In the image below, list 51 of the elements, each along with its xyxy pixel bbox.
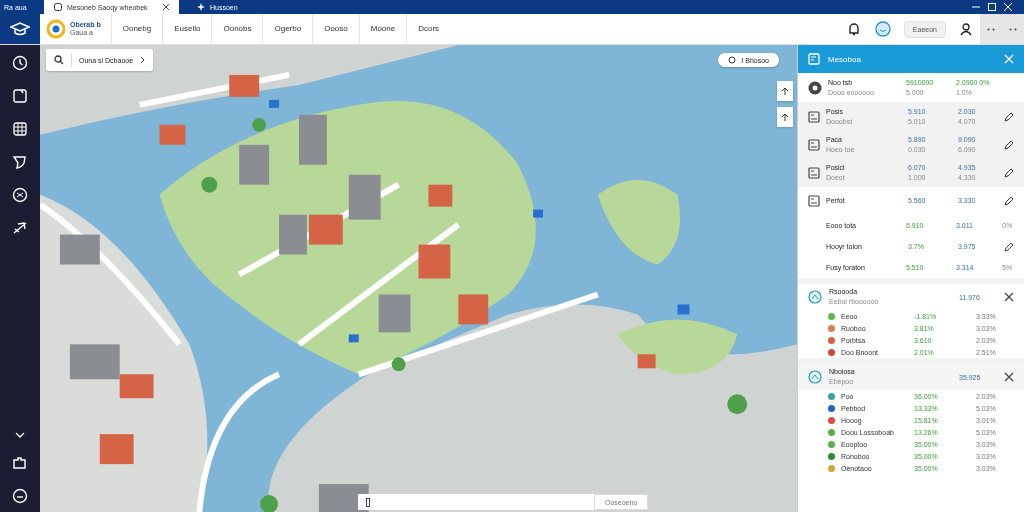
- panel-title: Mesoboa: [828, 54, 861, 64]
- nav-link[interactable]: Oonebg: [110, 14, 163, 44]
- clock-icon[interactable]: [12, 55, 28, 71]
- input-field[interactable]: [358, 494, 594, 510]
- nav-link[interactable]: Oonobs: [211, 14, 263, 44]
- user-icon[interactable]: [959, 22, 973, 36]
- nav-link[interactable]: Dcors: [406, 14, 451, 44]
- close-icon[interactable]: [163, 4, 169, 10]
- more-icon: [987, 27, 995, 31]
- power-icon[interactable]: [12, 488, 28, 504]
- chevron-icon[interactable]: [15, 432, 25, 438]
- note-icon[interactable]: [12, 88, 28, 104]
- edit-icon[interactable]: [1004, 168, 1014, 178]
- minimize-icon[interactable]: [972, 3, 980, 11]
- document-icon: [808, 53, 820, 65]
- map-control-button[interactable]: [777, 81, 793, 101]
- nav-link[interactable]: Oooso: [312, 14, 359, 44]
- hat-icon: [10, 21, 30, 37]
- nav-link[interactable]: Eusello: [162, 14, 212, 44]
- edit-icon[interactable]: [1004, 140, 1014, 150]
- nav-link[interactable]: Moone: [358, 14, 407, 44]
- map-control-button[interactable]: [777, 107, 793, 127]
- page-icon: [54, 3, 62, 11]
- chevron-icon: [140, 56, 146, 64]
- box-icon: [808, 167, 820, 179]
- star-icon: [197, 3, 205, 11]
- puzzle-icon[interactable]: [12, 455, 28, 471]
- nav-link[interactable]: Ogerbo: [262, 14, 313, 44]
- toggle-icon: [728, 56, 737, 64]
- bell-icon[interactable]: [846, 22, 861, 36]
- cursor-icon: [366, 497, 370, 507]
- compass-icon[interactable]: [12, 187, 28, 203]
- close-icon[interactable]: [1004, 372, 1014, 382]
- edit-icon[interactable]: [1004, 196, 1014, 206]
- edit-icon[interactable]: [1004, 112, 1014, 122]
- box-icon: [808, 111, 820, 123]
- close-icon[interactable]: [1004, 292, 1014, 302]
- box-icon: [808, 139, 820, 151]
- box-icon: [808, 195, 820, 207]
- edit-icon[interactable]: [1004, 241, 1014, 252]
- grid-icon[interactable]: [12, 121, 28, 137]
- smiley-icon[interactable]: [874, 21, 891, 37]
- arrow-up-icon: [781, 87, 789, 95]
- logo-tile[interactable]: [0, 14, 40, 44]
- avatar-icon: [808, 80, 822, 95]
- maximize-icon[interactable]: [988, 3, 996, 11]
- search-icon: [54, 55, 64, 65]
- brand-logo-icon: [46, 19, 66, 39]
- shield-icon[interactable]: [12, 154, 28, 170]
- more-icon: [1009, 27, 1017, 31]
- arrow-up-icon: [781, 113, 789, 121]
